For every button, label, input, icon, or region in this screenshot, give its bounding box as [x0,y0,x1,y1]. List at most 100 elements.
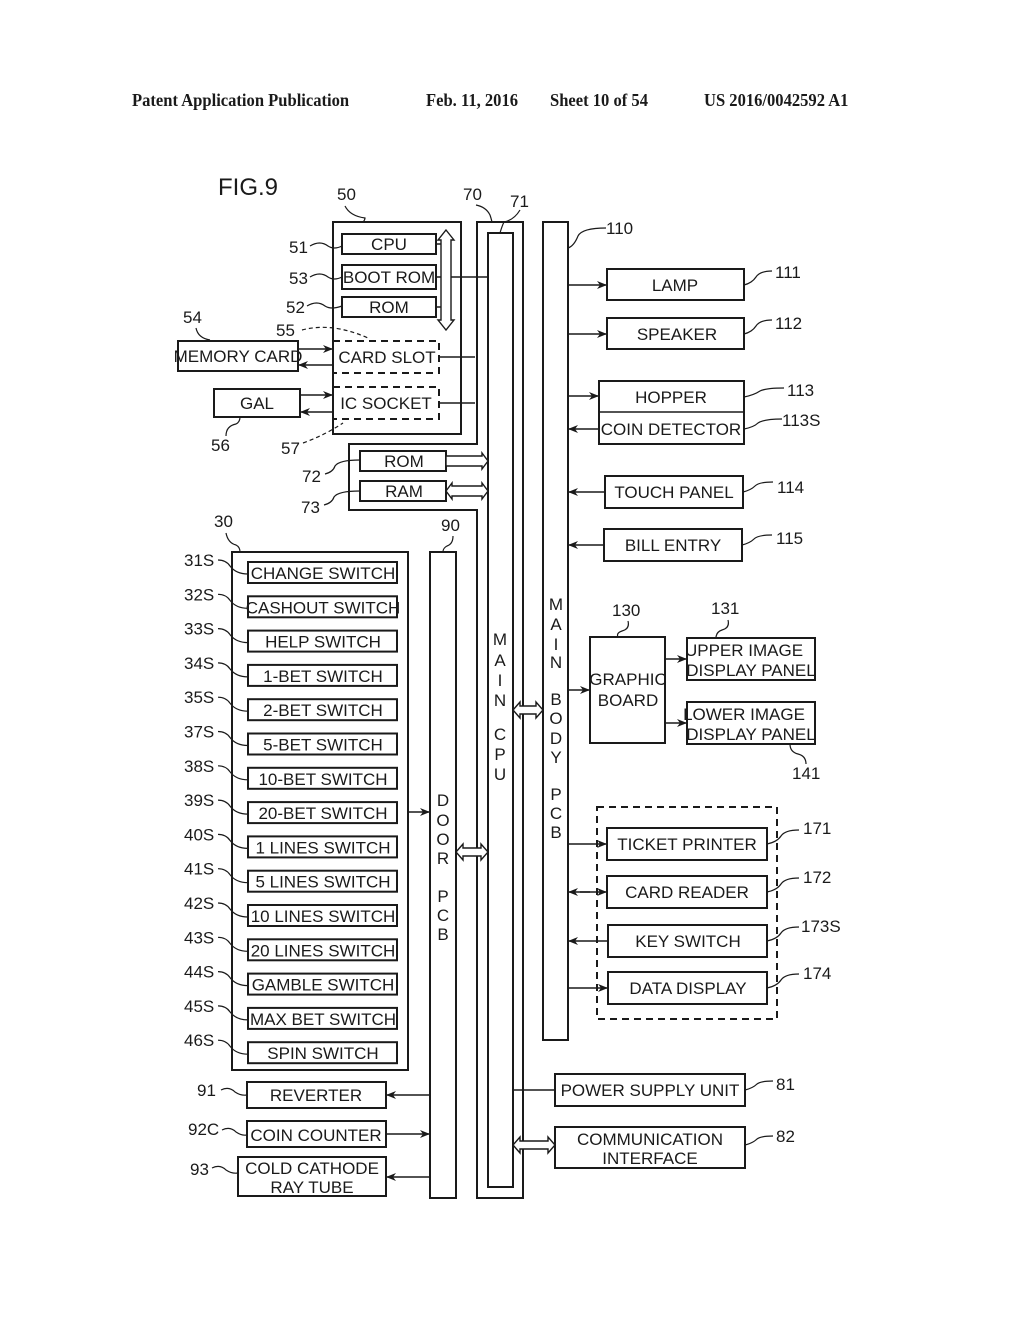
ic-socket-label: IC SOCKET [340,394,432,413]
upper-panel-line2: DISPLAY PANEL [686,661,815,680]
leader-50 [344,205,366,223]
rom52-label: ROM [369,298,409,317]
leader-93 [211,1165,239,1174]
ref-141: 141 [792,764,820,783]
svg-text:P: P [550,785,561,804]
ref-50: 50 [337,185,356,204]
leader-113 [743,387,785,398]
svg-text:I: I [554,635,559,654]
ram73-bus-arrow-icon [445,480,489,502]
comm-interface-line2: INTERFACE [602,1149,697,1168]
graphic-board-box [589,636,666,744]
svg-text:C: C [494,725,506,744]
leader-173S [766,926,800,942]
leader-70 [475,204,493,224]
comm-interface-line1: COMMUNICATION [577,1130,723,1149]
leader-131 [715,619,729,639]
switch-ref: 32S [184,585,214,604]
switch-ref: 34S [184,654,214,673]
switch-label: MAX BET SWITCH [250,1010,396,1029]
lower-panel-line2: DISPLAY PANEL [686,725,815,744]
switch-row: 1 LINES SWITCH 40S [184,825,398,859]
switch-row: 1-BET SWITCH 34S [184,654,398,687]
switch-row: GAMBLE SWITCH 44S [184,963,398,996]
ref-112: 112 [775,314,802,333]
leader-54 [195,327,211,341]
card-reader-label: CARD READER [625,883,749,902]
ref-114: 114 [777,478,804,497]
rom72-bus-arrow-icon [445,450,489,472]
memory-card-label: MEMORY CARD [174,347,303,366]
ref-131: 131 [711,599,739,618]
leader-113S [743,418,783,430]
switch-row: 2-BET SWITCH 35S [184,688,398,722]
switch-ref: 41S [184,860,214,879]
door-pcb-box [429,551,457,1199]
switch-label: CHANGE SWITCH [251,564,396,583]
ref-82: 82 [776,1127,795,1146]
upper-panel-line1: UPPER IMAGE [685,641,803,660]
ref-113: 113 [787,381,814,400]
svg-text:N: N [494,691,506,710]
ref-172: 172 [803,868,831,887]
main-cpu-box [487,232,514,1188]
switch-ref: 31S [184,551,214,570]
main-body-pcb-vertical-label: M A I N B O D Y P C B [549,595,563,842]
leader-110 [567,227,607,249]
ticket-printer-label: TICKET PRINTER [617,835,756,854]
ref-51: 51 [289,238,308,257]
switch-ref: 37S [184,723,214,742]
svg-text:D: D [550,729,562,748]
svg-text:P: P [437,887,448,906]
speaker-label: SPEAKER [637,325,717,344]
leader-114 [742,481,774,493]
ref-53: 53 [289,269,308,288]
cpu-label: CPU [371,235,407,254]
graphic-board-line1: GRAPHIC [589,670,666,689]
switch-row: 5-BET SWITCH 37S [184,723,398,756]
svg-text:D: D [437,791,449,810]
switch-label: 20-BET SWITCH [258,804,387,823]
svg-text:A: A [494,651,506,670]
switch-label: 1-BET SWITCH [263,667,383,686]
switch-ref: 46S [184,1031,214,1050]
leader-172 [766,877,800,893]
svg-text:C: C [550,804,562,823]
block-diagram: FIG.9 50 CPU 51 BOOT ROM 53 ROM 52 CARD … [174,174,841,1199]
svg-text:N: N [550,653,562,672]
svg-text:I: I [498,671,503,690]
switch-list: CHANGE SWITCH 31S CASHOUT SWITCH 32S HELP SW… [184,551,401,1065]
reverter-label: REVERTER [270,1086,362,1105]
switch-row: SPIN SWITCH 46S [184,1031,398,1065]
ref-93: 93 [190,1160,209,1179]
ref-115: 115 [776,529,803,548]
switch-row: 20 LINES SWITCH 43S [184,928,398,962]
leader-56 [225,416,241,437]
switch-ref: 40S [184,825,214,844]
leader-72 [324,459,361,475]
switch-row: 10-BET SWITCH 38S [184,757,398,790]
ref-54: 54 [183,308,202,327]
leader-81 [744,1080,774,1091]
card-slot-label: CARD SLOT [338,348,435,367]
svg-text:O: O [549,709,562,728]
ref-70: 70 [463,185,482,204]
ref-113S: 113S [782,411,820,430]
ref-171: 171 [803,819,831,838]
leader-174 [766,973,800,989]
switch-ref: 33S [184,620,214,639]
switch-ref: 45S [184,997,214,1016]
ref-130: 130 [612,601,640,620]
ref-91: 91 [197,1081,216,1100]
graphic-board-line2: BOARD [598,691,658,710]
switch-label: HELP SWITCH [265,633,381,652]
ref-30: 30 [214,512,233,531]
leader-141 [789,743,807,765]
switch-label: CASHOUT SWITCH [246,598,401,617]
svg-text:O: O [436,811,449,830]
leader-115 [741,534,773,546]
ref-81: 81 [776,1075,795,1094]
cct-line2: RAY TUBE [270,1178,353,1197]
ref-56: 56 [211,436,230,455]
lower-panel-line1: LOWER IMAGE [683,705,805,724]
